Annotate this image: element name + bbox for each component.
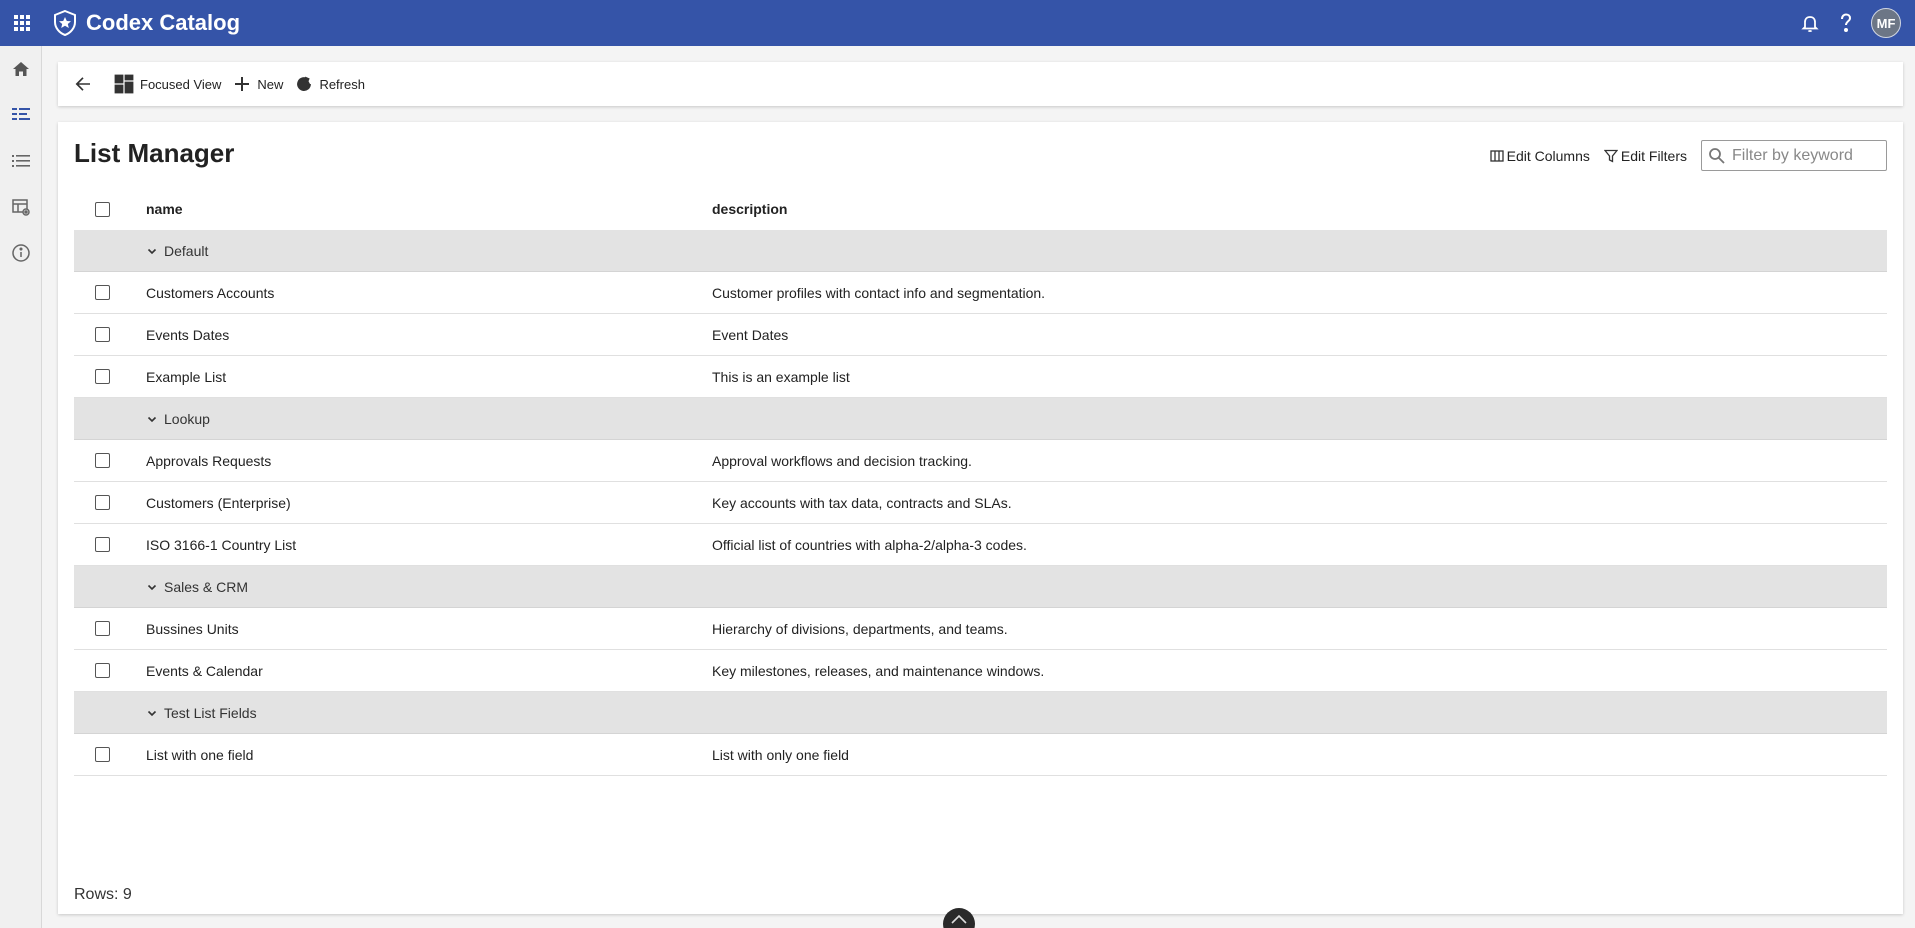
select-all-checkbox[interactable]	[94, 201, 110, 217]
group-row[interactable]: Default	[74, 230, 1887, 272]
home-icon[interactable]	[0, 46, 42, 92]
chevron-down-icon	[147, 710, 157, 716]
list-manager-icon[interactable]	[0, 92, 42, 138]
plus-icon	[235, 77, 250, 91]
row-name: Bussines Units	[146, 620, 239, 637]
refresh-button[interactable]: Refresh	[289, 68, 371, 100]
table-row[interactable]: Example List This is an example list	[74, 356, 1887, 398]
columns-icon	[1489, 149, 1504, 162]
row-name: Customers Accounts	[146, 284, 275, 301]
search-box[interactable]	[1701, 140, 1887, 171]
toolbar: Focused View New Refresh	[58, 62, 1903, 106]
row-name: ISO 3166-1 Country List	[146, 536, 297, 553]
top-bar: Codex Catalog MF	[0, 0, 1915, 46]
row-checkbox[interactable]	[94, 327, 110, 342]
new-label: New	[257, 76, 284, 92]
row-name: List with one field	[146, 746, 254, 763]
table-row[interactable]: Bussines Units Hierarchy of divisions, d…	[74, 608, 1887, 650]
list-table: name description Default Customers Accou…	[74, 188, 1887, 776]
table-row[interactable]: Approvals Requests Approval workflows an…	[74, 440, 1887, 482]
search-input[interactable]	[1732, 146, 1882, 165]
refresh-icon	[297, 76, 312, 91]
table-row[interactable]: ISO 3166-1 Country List Official list of…	[74, 524, 1887, 566]
row-description: Customer profiles with contact info and …	[712, 284, 1046, 301]
app-title: Codex Catalog	[86, 10, 241, 35]
row-description: Approval workflows and decision tracking…	[712, 452, 972, 469]
info-icon[interactable]	[0, 230, 42, 276]
focused-view-button[interactable]: Focused View	[108, 68, 227, 100]
page-title: List Manager	[74, 138, 235, 168]
group-label: Default	[164, 242, 209, 259]
group-row[interactable]: Sales & CRM	[74, 566, 1887, 608]
search-icon	[1709, 147, 1725, 164]
table-header-row: name description	[74, 188, 1887, 230]
shield-star-logo-icon	[52, 10, 78, 36]
chevron-down-icon	[147, 584, 157, 590]
row-checkbox[interactable]	[94, 285, 110, 300]
focused-view-label: Focused View	[140, 76, 222, 92]
row-name: Events Dates	[146, 326, 230, 343]
table-row[interactable]: Customers Accounts Customer profiles wit…	[74, 272, 1887, 314]
group-label: Test List Fields	[164, 704, 257, 721]
table-row[interactable]: List with one field List with only one f…	[74, 734, 1887, 776]
table-actions: Edit Columns Edit Filters	[1489, 140, 1887, 171]
group-row[interactable]: Lookup	[74, 398, 1887, 440]
row-description: This is an example list	[712, 368, 850, 385]
chevron-down-icon	[147, 248, 157, 254]
row-name: Approvals Requests	[146, 452, 272, 469]
row-name: Customers (Enterprise)	[146, 494, 291, 511]
focused-view-icon	[114, 74, 134, 94]
row-description: Key milestones, releases, and maintenanc…	[712, 662, 1045, 679]
row-checkbox[interactable]	[94, 663, 110, 678]
row-description: List with only one field	[712, 746, 849, 763]
row-name: Example List	[146, 368, 227, 385]
edit-filters-label: Edit Filters	[1620, 147, 1687, 164]
apps-grid-icon[interactable]	[0, 0, 44, 46]
list-icon[interactable]	[0, 138, 42, 184]
row-name: Events & Calendar	[146, 662, 263, 679]
rows-count: Rows: 9	[74, 886, 132, 903]
row-description: Key accounts with tax data, contracts an…	[712, 494, 1012, 511]
back-button[interactable]	[68, 68, 98, 100]
row-checkbox[interactable]	[94, 747, 110, 762]
chevron-up-icon	[951, 914, 967, 924]
filter-icon	[1603, 149, 1618, 163]
column-header-name[interactable]: name	[130, 201, 712, 217]
edit-filters-button[interactable]: Edit Filters	[1603, 147, 1687, 164]
group-label: Lookup	[164, 410, 210, 427]
row-checkbox[interactable]	[94, 537, 110, 552]
edit-columns-button[interactable]: Edit Columns	[1489, 147, 1590, 164]
table-settings-icon[interactable]	[0, 184, 42, 230]
edit-columns-label: Edit Columns	[1506, 147, 1590, 164]
row-description: Hierarchy of divisions, departments, and…	[712, 620, 1008, 637]
row-checkbox[interactable]	[94, 453, 110, 468]
row-checkbox[interactable]	[94, 495, 110, 510]
table-row[interactable]: Events & Calendar Key milestones, releas…	[74, 650, 1887, 692]
main-panel: List Manager Edit Columns Edit Filters n…	[58, 122, 1903, 914]
sidebar	[0, 46, 42, 928]
table-row[interactable]: Customers (Enterprise) Key accounts with…	[74, 482, 1887, 524]
row-description: Event Dates	[712, 326, 789, 343]
new-button[interactable]: New	[227, 68, 289, 100]
bell-icon[interactable]	[1799, 12, 1821, 34]
row-description: Official list of countries with alpha-2/…	[712, 536, 1027, 553]
arrow-left-icon	[75, 77, 90, 91]
column-header-description[interactable]: description	[712, 201, 1887, 217]
row-checkbox[interactable]	[94, 621, 110, 636]
chevron-down-icon	[147, 416, 157, 422]
help-icon[interactable]	[1835, 12, 1857, 34]
refresh-label: Refresh	[319, 76, 365, 92]
avatar[interactable]: MF	[1871, 8, 1901, 38]
group-row[interactable]: Test List Fields	[74, 692, 1887, 734]
row-checkbox[interactable]	[94, 369, 110, 384]
group-label: Sales & CRM	[164, 578, 249, 595]
table-row[interactable]: Events Dates Event Dates	[74, 314, 1887, 356]
